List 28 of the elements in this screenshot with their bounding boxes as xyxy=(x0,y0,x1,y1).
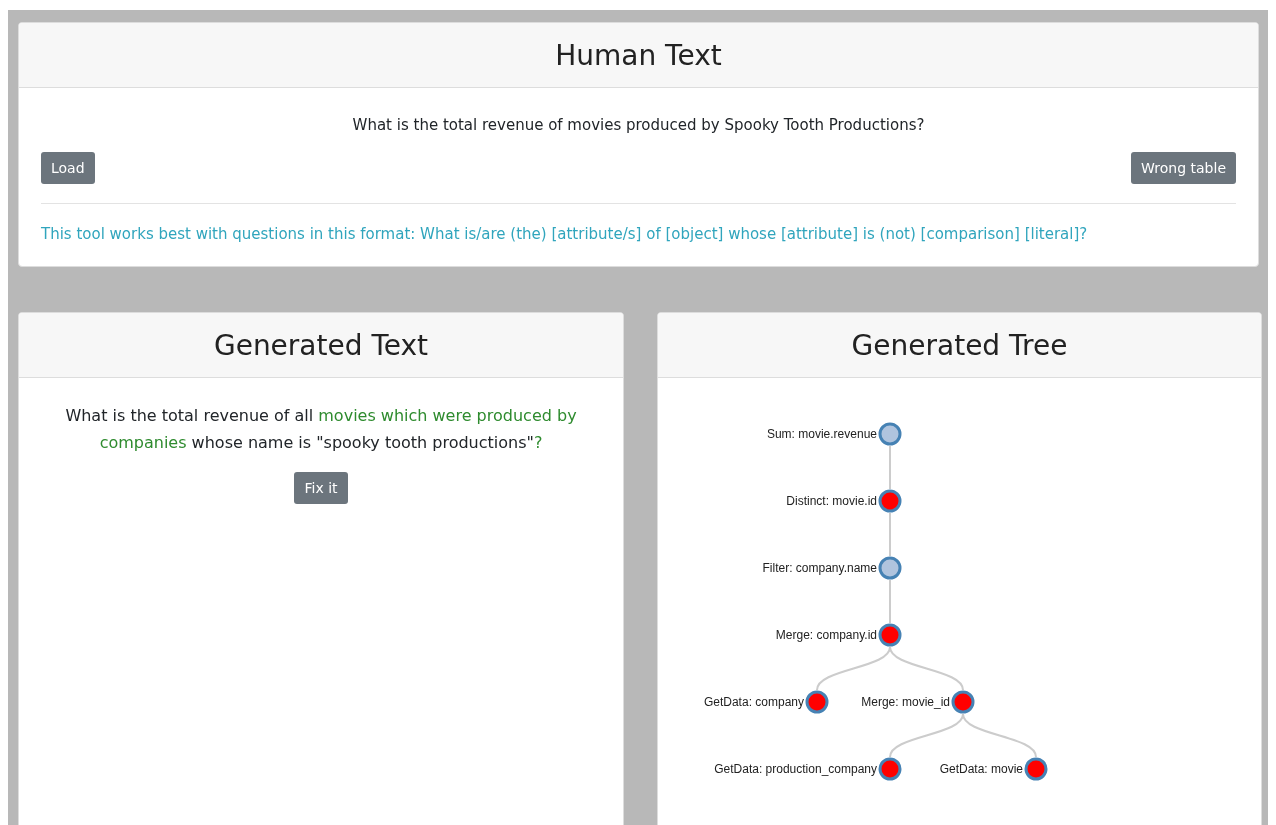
tree-node[interactable] xyxy=(878,556,902,580)
node-label: Merge: movie_id xyxy=(861,695,950,710)
tree-node[interactable] xyxy=(878,422,902,446)
action-button[interactable]: Wrong table xyxy=(1131,152,1236,184)
hint-text: This tool works best with questions in this format: What is/are (the) [attribute/s] of [object] whose [attribute] is (not) [comparison] [literal]? xyxy=(41,224,1089,245)
panel-title: Human Text xyxy=(555,38,722,72)
node-label: Sum: movie.revenue xyxy=(766,427,877,442)
tree-node[interactable] xyxy=(951,690,975,714)
fix-button[interactable]: Fix it xyxy=(294,472,348,504)
tree-node[interactable] xyxy=(878,757,902,781)
node-label: Distinct: movie.id xyxy=(786,494,877,509)
tree-link xyxy=(889,579,891,624)
node-label: Filter: company.name xyxy=(762,561,877,576)
node-label: GetData: movie xyxy=(939,762,1023,777)
node-label: GetData: company xyxy=(703,695,804,710)
action-button[interactable]: Load xyxy=(41,152,95,184)
tree-link xyxy=(889,512,891,557)
node-label: Merge: company.id xyxy=(775,628,877,643)
tree-node[interactable] xyxy=(805,690,829,714)
tree-node[interactable] xyxy=(1024,757,1048,781)
tree-node[interactable] xyxy=(878,623,902,647)
tree-link xyxy=(889,445,891,490)
panel-title: Generated Tree xyxy=(851,328,1068,362)
node-label: GetData: production_company xyxy=(714,762,877,777)
tree-node[interactable] xyxy=(878,489,902,513)
panel-title: Generated Text xyxy=(213,328,429,362)
generated-question-text: What is the total revenue of all movies which were produced by companies whose name is "spooky tooth productions"? xyxy=(64,405,578,454)
question-text: What is the total revenue of movies produced by Spooky Tooth Productions? xyxy=(351,116,926,134)
